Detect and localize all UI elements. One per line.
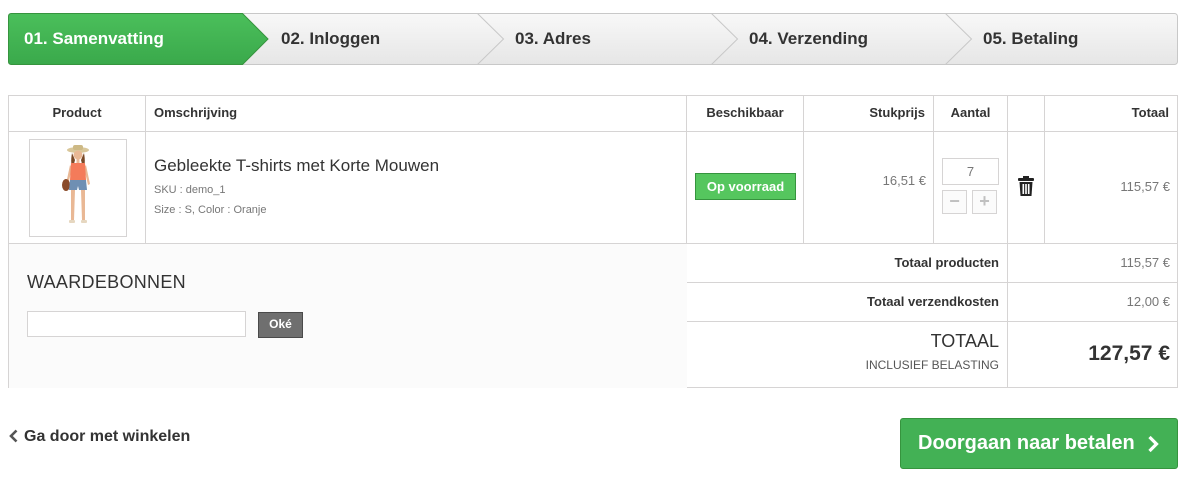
voucher-submit-button[interactable]: Oké xyxy=(258,312,303,338)
summary-divider xyxy=(687,282,1177,283)
proceed-to-checkout-label: Doorgaan naar betalen xyxy=(918,432,1135,454)
step-address[interactable]: 03. Adres xyxy=(515,13,591,65)
unit-price: 16,51 € xyxy=(882,173,926,188)
col-header-availability: Beschikbaar xyxy=(687,96,804,131)
col-header-delete xyxy=(1008,96,1045,131)
stock-status-badge: Op voorraad xyxy=(695,173,796,200)
grand-total-value: 127,57 € xyxy=(1088,342,1170,365)
total-shipping-label: Totaal verzendkosten xyxy=(867,294,999,309)
product-name[interactable]: Gebleekte T-shirts met Korte Mouwen xyxy=(154,156,439,176)
col-header-total: Totaal xyxy=(1131,105,1169,120)
summary-divider xyxy=(687,321,1177,322)
col-header-unit-price: Stukprijs xyxy=(804,96,934,131)
proceed-to-checkout-button[interactable]: Doorgaan naar betalen xyxy=(900,418,1178,469)
step-payment[interactable]: 05. Betaling xyxy=(983,13,1078,65)
step-login[interactable]: 02. Inloggen xyxy=(281,13,380,65)
checkout-steps: 01. Samenvatting 02. Inloggen 03. Adres … xyxy=(8,13,1178,65)
chevron-left-icon xyxy=(9,429,18,443)
total-products-value: 115,57 € xyxy=(1120,255,1170,270)
col-divider xyxy=(145,131,146,243)
cart-table: Product Omschrijving Beschikbaar Stukpri… xyxy=(8,95,1178,388)
continue-shopping-link[interactable]: Ga door met winkelen xyxy=(9,428,190,448)
col-header-quantity: Aantal xyxy=(934,96,1008,131)
header-divider xyxy=(9,131,1177,132)
total-shipping-value: 12,00 € xyxy=(1126,294,1170,309)
col-divider xyxy=(1007,131,1008,388)
product-model-illustration xyxy=(62,145,90,223)
voucher-code-input[interactable] xyxy=(27,311,246,337)
quantity-input[interactable]: 7 xyxy=(942,158,999,185)
step-shipping[interactable]: 04. Verzending xyxy=(749,13,868,65)
col-header-description: Omschrijving xyxy=(146,96,687,131)
col-header-product: Product xyxy=(9,96,146,131)
grand-total-label: TOTAAL xyxy=(930,331,999,351)
chevron-right-icon xyxy=(1148,435,1159,453)
voucher-title: WAARDEBONNEN xyxy=(27,272,186,292)
product-attributes: Size : S, Color : Oranje xyxy=(154,204,267,216)
grand-total-tax-note: INCLUSIEF BELASTING xyxy=(865,358,999,372)
row-total: 115,57 € xyxy=(1120,179,1170,194)
product-sku: SKU : demo_1 xyxy=(154,184,226,196)
step-summary[interactable]: 01. Samenvatting xyxy=(24,13,164,65)
col-divider xyxy=(933,131,934,243)
quantity-decrease-button[interactable]: − xyxy=(942,190,967,214)
trash-icon[interactable] xyxy=(1017,176,1035,196)
quantity-increase-button[interactable]: + xyxy=(972,190,997,214)
product-image[interactable] xyxy=(29,139,127,237)
total-products-label: Totaal producten xyxy=(894,255,999,270)
continue-shopping-label: Ga door met winkelen xyxy=(24,428,191,445)
